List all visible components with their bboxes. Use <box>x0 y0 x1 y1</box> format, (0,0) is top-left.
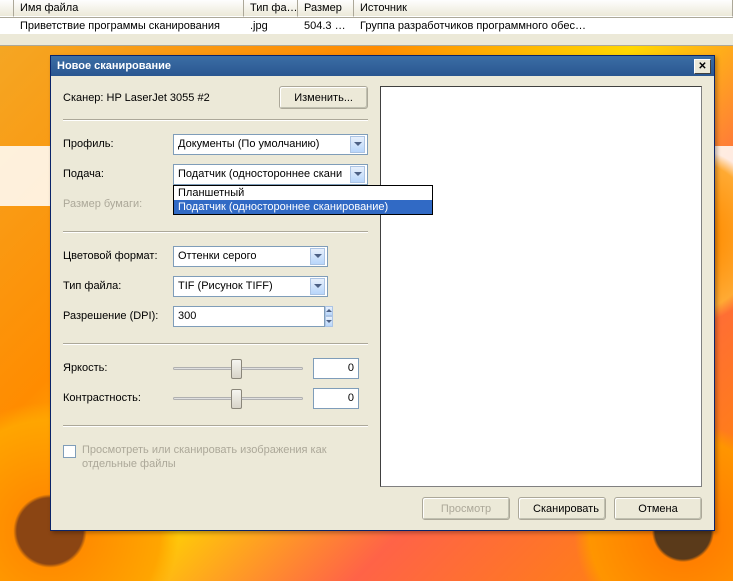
dpi-label: Разрешение (DPI): <box>63 310 173 322</box>
preview-button[interactable]: Просмотр <box>422 497 510 520</box>
chevron-down-icon <box>350 166 365 183</box>
cell-source: Группа разработчиков программного обес… <box>354 18 733 34</box>
cancel-button[interactable]: Отмена <box>614 497 702 520</box>
table-row[interactable]: Приветствие программы сканирования .jpg … <box>0 18 733 34</box>
preview-area <box>380 86 702 487</box>
color-format-label: Цветовой формат: <box>63 250 173 262</box>
contrast-value[interactable] <box>313 388 359 409</box>
dpi-input[interactable] <box>173 306 325 327</box>
change-scanner-button[interactable]: Изменить... <box>279 86 368 109</box>
brightness-label: Яркость: <box>63 362 173 374</box>
feed-dropdown[interactable]: Податчик (одностороннее скани Планшетный… <box>173 164 368 185</box>
file-table-header: Имя файла Тип фа… Размер Источник <box>0 0 733 18</box>
col-filename[interactable]: Имя файла <box>14 0 244 17</box>
titlebar[interactable]: Новое сканирование ✕ <box>51 56 714 76</box>
contrast-thumb[interactable] <box>231 389 242 409</box>
profile-dropdown[interactable]: Документы (По умолчанию) <box>173 134 368 155</box>
col-source[interactable]: Источник <box>354 0 733 17</box>
feed-label: Подача: <box>63 168 173 180</box>
contrast-slider[interactable] <box>173 387 303 409</box>
dpi-up-button[interactable] <box>325 306 333 317</box>
scan-dialog: Новое сканирование ✕ Сканер: HP LaserJet… <box>50 55 715 531</box>
dpi-down-button[interactable] <box>325 316 333 327</box>
brightness-slider[interactable] <box>173 357 303 379</box>
filetype-label: Тип файла: <box>63 280 173 292</box>
separate-files-checkbox[interactable] <box>63 445 76 458</box>
chevron-down-icon <box>350 136 365 153</box>
contrast-label: Контрастность: <box>63 392 173 404</box>
col-filetype[interactable]: Тип фа… <box>244 0 298 17</box>
color-format-dropdown[interactable]: Оттенки серого <box>173 246 328 267</box>
col-size[interactable]: Размер <box>298 0 354 17</box>
brightness-value[interactable] <box>313 358 359 379</box>
profile-label: Профиль: <box>63 138 173 150</box>
chevron-down-icon <box>310 248 325 265</box>
feed-dropdown-list: Планшетный Податчик (одностороннее скани… <box>173 185 433 215</box>
chevron-down-icon <box>310 278 325 295</box>
col-icon[interactable] <box>0 0 14 17</box>
dpi-spinner[interactable] <box>173 306 243 327</box>
cell-size: 504.3 КБ <box>298 18 354 34</box>
close-button[interactable]: ✕ <box>694 59 711 74</box>
feed-option-feeder[interactable]: Податчик (одностороннее сканирование) <box>174 200 432 214</box>
cell-filetype: .jpg <box>244 18 298 34</box>
scan-button[interactable]: Сканировать <box>518 497 606 520</box>
filetype-dropdown[interactable]: TIF (Рисунок TIFF) <box>173 276 328 297</box>
cell-filename: Приветствие программы сканирования <box>14 18 244 34</box>
dialog-title: Новое сканирование <box>57 60 694 72</box>
scanner-label: Сканер: HP LaserJet 3055 #2 <box>63 92 279 104</box>
separate-files-label: Просмотреть или сканировать изображения … <box>82 443 368 472</box>
feed-option-flatbed[interactable]: Планшетный <box>174 186 432 200</box>
brightness-thumb[interactable] <box>231 359 242 379</box>
paper-size-label: Размер бумаги: <box>63 198 173 210</box>
